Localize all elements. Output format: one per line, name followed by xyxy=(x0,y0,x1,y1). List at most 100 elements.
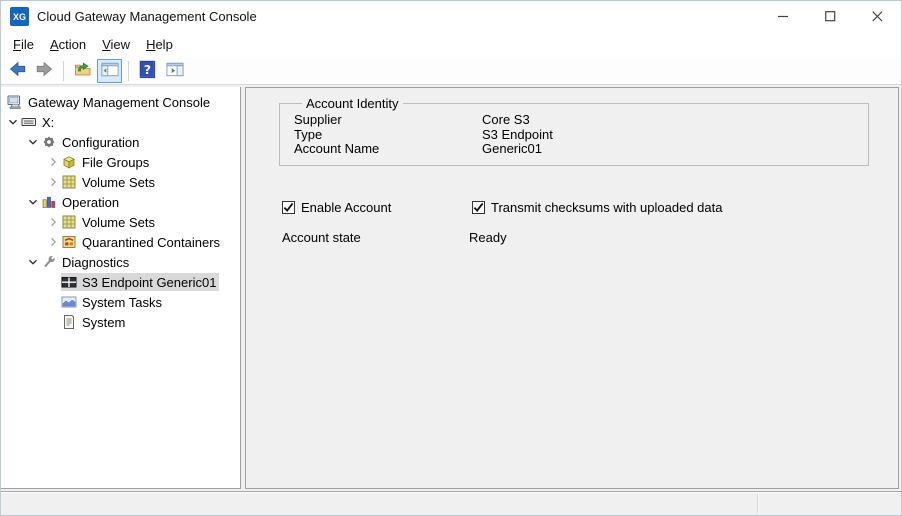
tree-item-volume-sets[interactable]: Volume Sets xyxy=(1,172,240,192)
tree-item-body: Operation xyxy=(41,193,122,211)
tree-item-label: System Tasks xyxy=(82,295,162,310)
checkbox-section: Enable Account Transmit checksums with up… xyxy=(282,200,898,215)
chevron-expanded-icon[interactable] xyxy=(25,194,41,210)
menu-help[interactable]: Help xyxy=(138,34,181,55)
toolbar: ? xyxy=(1,57,901,85)
chevron-slot xyxy=(45,294,61,310)
system-doc-icon xyxy=(61,314,77,330)
checkbox-label: Enable Account xyxy=(301,200,391,215)
menu-view[interactable]: View xyxy=(94,34,138,55)
tree-item-label: Quarantined Containers xyxy=(82,235,220,250)
app-window: XG Cloud Gateway Management Console File… xyxy=(0,0,902,516)
menu-bar: FileActionViewHelp xyxy=(1,32,901,57)
tree-item-label: Gateway Management Console xyxy=(28,95,210,110)
tree-item-body: File Groups xyxy=(61,153,152,171)
tree-item-body: System xyxy=(61,313,128,331)
svg-text:?: ? xyxy=(144,62,151,76)
menu-file[interactable]: File xyxy=(5,34,42,55)
tree-item-system-tasks[interactable]: System Tasks xyxy=(1,292,240,312)
chevron-expanded-icon[interactable] xyxy=(25,134,41,150)
endpoint-table-icon xyxy=(61,274,77,290)
tree-item-s3-endpoint-generic01[interactable]: S3 Endpoint Generic01 xyxy=(1,272,240,292)
tree-item-quarantined-containers[interactable]: Quarantined Containers xyxy=(1,232,240,252)
field-row-supplier: SupplierCore S3 xyxy=(294,113,868,128)
tree-item-label: S3 Endpoint Generic01 xyxy=(82,275,216,290)
tree-item-configuration[interactable]: Configuration xyxy=(1,132,240,152)
tree-item-diagnostics[interactable]: Diagnostics xyxy=(1,252,240,272)
main-content: Gateway Management Console X: Configuratio… xyxy=(1,85,901,491)
close-icon xyxy=(872,11,883,22)
chevron-slot xyxy=(45,314,61,330)
forward-button[interactable] xyxy=(32,59,57,83)
checkbox-box[interactable] xyxy=(282,201,295,214)
window-controls xyxy=(760,1,901,32)
chevron-collapsed-icon[interactable] xyxy=(45,214,61,230)
close-button[interactable] xyxy=(854,1,901,32)
quarantined-containers-icon xyxy=(61,234,77,250)
chevron-collapsed-icon[interactable] xyxy=(45,154,61,170)
tree-item-body: Volume Sets xyxy=(61,213,158,231)
volume-sets-icon xyxy=(61,174,77,190)
up-one-level-button[interactable] xyxy=(70,59,95,83)
field-label: Account Name xyxy=(294,142,482,157)
tree-item-body: S3 Endpoint Generic01 xyxy=(61,273,219,291)
tree-item-file-groups[interactable]: File Groups xyxy=(1,152,240,172)
tree-item-body: X: xyxy=(21,113,57,131)
chevron-collapsed-icon[interactable] xyxy=(45,234,61,250)
toolbar-separator xyxy=(128,61,129,81)
wrench-icon xyxy=(41,254,57,270)
account-identity-fields: SupplierCore S3TypeS3 EndpointAccount Na… xyxy=(294,113,868,157)
account-state-row: Account state Ready xyxy=(282,230,898,245)
tree-item-body: Volume Sets xyxy=(61,173,158,191)
help-button[interactable]: ? xyxy=(135,59,160,83)
title-bar: XG Cloud Gateway Management Console xyxy=(1,1,901,32)
checkmark-icon xyxy=(283,202,294,213)
tree-item-label: System xyxy=(82,315,125,330)
tree-item-system[interactable]: System xyxy=(1,312,240,332)
tree-item-body: Quarantined Containers xyxy=(61,233,223,251)
field-row-type: TypeS3 Endpoint xyxy=(294,128,868,143)
back-arrow-icon xyxy=(8,60,27,81)
file-groups-icon xyxy=(61,154,77,170)
volume-sets-icon xyxy=(61,214,77,230)
checkbox-box[interactable] xyxy=(472,201,485,214)
tree-item-volume-sets[interactable]: Volume Sets xyxy=(1,212,240,232)
tree-item-label: Volume Sets xyxy=(82,215,155,230)
system-tasks-icon xyxy=(61,294,77,310)
folder-up-icon xyxy=(73,60,92,81)
field-label: Type xyxy=(294,128,482,143)
show-action-pane-button[interactable] xyxy=(162,59,187,83)
minimize-icon xyxy=(778,11,789,22)
back-button[interactable] xyxy=(5,59,30,83)
forward-arrow-icon xyxy=(35,60,54,81)
maximize-icon xyxy=(825,11,836,22)
chevron-expanded-icon[interactable] xyxy=(25,254,41,270)
show-console-tree-button[interactable] xyxy=(97,59,122,83)
tree-item-x[interactable]: X: xyxy=(1,112,240,132)
account-identity-groupbox: Account Identity SupplierCore S3TypeS3 E… xyxy=(279,96,869,166)
menu-action[interactable]: Action xyxy=(42,34,94,55)
detail-pane: Account Identity SupplierCore S3TypeS3 E… xyxy=(245,87,899,489)
console-root-icon xyxy=(7,94,23,110)
tree-item-body: Gateway Management Console xyxy=(7,93,213,111)
action-pane-icon xyxy=(165,60,185,82)
checkbox-enable-account[interactable]: Enable Account xyxy=(282,200,472,215)
chevron-expanded-icon[interactable] xyxy=(5,114,21,130)
chevron-collapsed-icon[interactable] xyxy=(45,174,61,190)
maximize-button[interactable] xyxy=(807,1,854,32)
tree-item-body: Diagnostics xyxy=(41,253,132,271)
tree-item-label: Diagnostics xyxy=(62,255,129,270)
tree-item-gateway-management-console[interactable]: Gateway Management Console xyxy=(1,92,240,112)
tree-item-operation[interactable]: Operation xyxy=(1,192,240,212)
minimize-button[interactable] xyxy=(760,1,807,32)
status-bar-side-pane xyxy=(757,494,897,513)
operation-icon xyxy=(41,194,57,210)
groupbox-title: Account Identity xyxy=(302,96,403,111)
tree-item-body: Configuration xyxy=(41,133,142,151)
checkmark-icon xyxy=(473,202,484,213)
toolbar-separator xyxy=(63,61,64,81)
tree-item-label: Volume Sets xyxy=(82,175,155,190)
field-value: Generic01 xyxy=(482,142,542,157)
checkbox-transmit-checksums-with-uploaded-data[interactable]: Transmit checksums with uploaded data xyxy=(472,200,722,215)
tree-item-label: Operation xyxy=(62,195,119,210)
